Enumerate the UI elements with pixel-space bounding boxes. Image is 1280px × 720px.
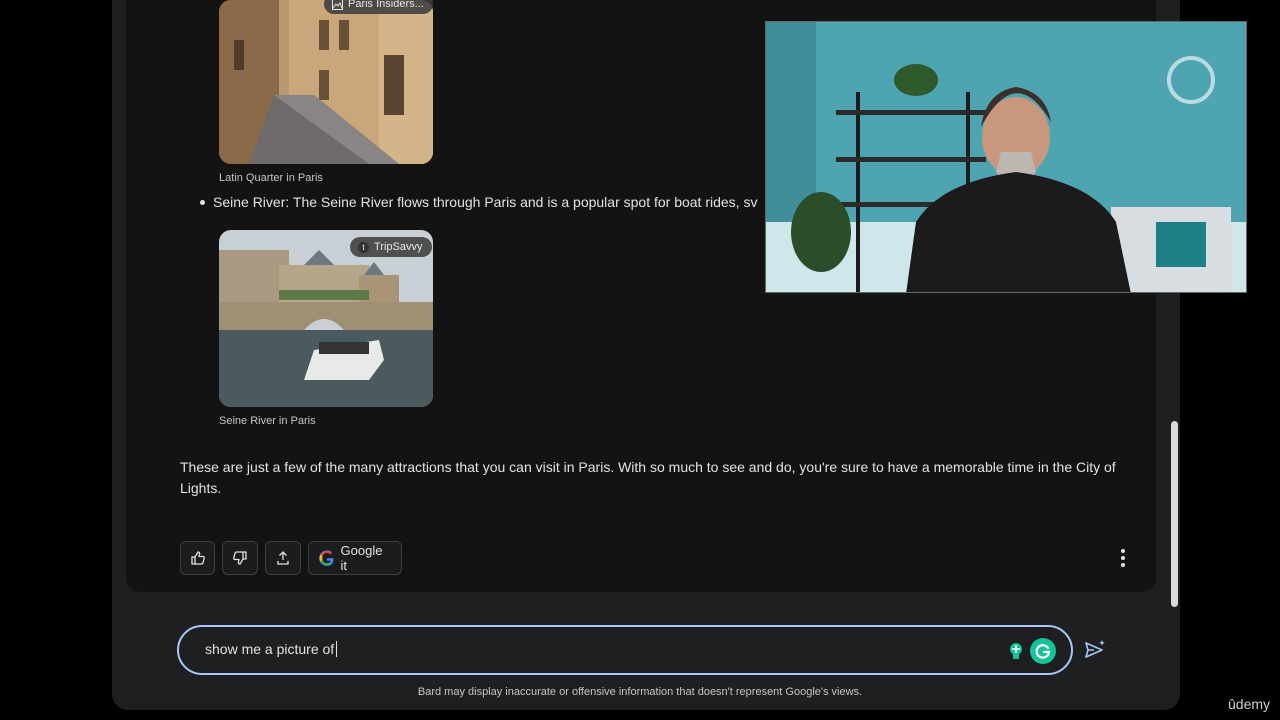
send-icon[interactable] [1084,639,1106,661]
response-paragraph: These are just a few of the many attract… [180,459,1116,496]
more-vert-icon [1121,549,1125,553]
udemy-watermark: ûdemy [1228,696,1271,712]
bulb-icon[interactable] [1003,639,1029,665]
tripsavvy-icon: t [358,241,369,253]
thumbs-up-button[interactable] [180,541,215,575]
scrollbar-thumb[interactable] [1171,421,1178,607]
share-icon [277,551,289,565]
google-it-button[interactable]: Google it [308,541,402,575]
google-g-icon [319,550,334,566]
more-options-button[interactable] [1114,547,1132,569]
grammarly-icon[interactable] [1030,638,1056,664]
webcam-overlay [765,21,1247,293]
share-button[interactable] [265,541,301,575]
google-it-label: Google it [340,543,383,573]
bullet-item: Seine River: The Seine River flows throu… [200,194,766,210]
image-source-label: TripSavvy [374,241,423,253]
bullet-text: Seine River: The Seine River flows throu… [213,194,758,210]
thumbs-down-button[interactable] [222,541,258,575]
disclaimer-text: Bard may display inaccurate or offensive… [417,686,863,698]
image-source-chip[interactable]: Paris Insiders... [324,0,433,14]
image-caption: Seine River in Paris [219,415,316,427]
bullet-dot [200,199,205,205]
image-source-chip[interactable]: t TripSavvy [350,237,432,257]
image-caption: Latin Quarter in Paris [219,172,323,184]
image-icon [332,0,343,10]
prompt-input[interactable]: show me a picture of [205,641,338,657]
thumbs-down-icon [233,551,247,565]
latin-quarter-image[interactable] [219,0,433,164]
prompt-input-box[interactable]: show me a picture of [177,625,1073,675]
image-source-label: Paris Insiders... [348,0,424,10]
thumbs-up-icon [190,551,205,565]
